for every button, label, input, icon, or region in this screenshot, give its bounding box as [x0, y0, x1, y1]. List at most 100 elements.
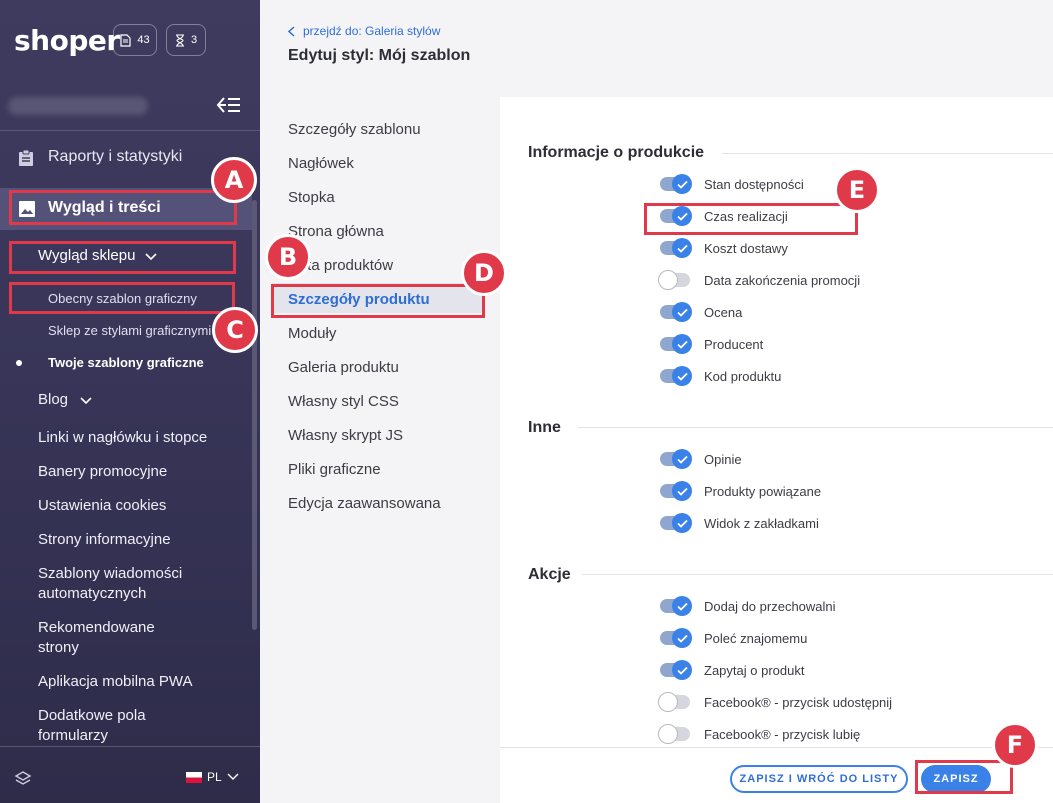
clipboard-icon — [19, 149, 33, 166]
nav-custom-js[interactable]: Własny skrypt JS — [288, 427, 403, 444]
sidebar: shoper 43 3 Raporty i statystyki Wygląd … — [0, 0, 260, 803]
sidebar-item-extra-fields[interactable]: Dodatkowe pola formularzy — [38, 706, 168, 746]
option-row[interactable]: Facebook® - przycisk lubię — [658, 724, 860, 744]
option-label: Zapytaj o produkt — [704, 662, 805, 678]
language-selector[interactable]: PL — [186, 769, 239, 785]
sidebar-item-recommended[interactable]: Rekomendowane strony — [38, 618, 168, 658]
option-row[interactable]: Opinie — [660, 449, 742, 469]
option-label: Koszt dostawy — [704, 240, 788, 256]
check-icon — [672, 481, 692, 501]
active-dot-icon — [16, 360, 22, 366]
check-icon — [672, 174, 692, 194]
page-title: Edytuj styl: Mój szablon — [288, 47, 471, 64]
option-label: Ocena — [704, 304, 743, 320]
nav-product-gallery[interactable]: Galeria produktu — [288, 359, 399, 376]
check-icon — [672, 302, 692, 322]
save-and-back-button[interactable]: ZAPISZ I WRÓĆ DO LISTY — [730, 765, 908, 793]
option-row[interactable]: Poleć znajomemu — [660, 628, 807, 648]
sidebar-item-blog[interactable]: Blog — [0, 389, 260, 413]
toggle-switch[interactable] — [660, 366, 692, 386]
option-row[interactable]: Produkty powiązane — [660, 481, 821, 501]
option-label: Opinie — [704, 451, 742, 467]
toggle-switch[interactable] — [660, 449, 692, 469]
shop-name-blurred — [8, 97, 148, 115]
option-label: Widok z zakładkami — [704, 515, 819, 531]
nav-modules[interactable]: Moduły — [288, 325, 336, 342]
collapse-sidebar-icon[interactable] — [216, 95, 242, 115]
sidebar-item-links[interactable]: Linki w nagłówku i stopce — [38, 428, 218, 448]
marker-e: E — [834, 167, 880, 213]
highlight-box-b — [9, 241, 236, 274]
document-icon — [120, 33, 131, 47]
toggle-switch[interactable] — [660, 513, 692, 533]
toggle-switch[interactable] — [660, 481, 692, 501]
option-row[interactable]: Widok z zakładkami — [660, 513, 819, 533]
option-row[interactable]: Ocena — [660, 302, 742, 322]
toggle-knob — [658, 692, 678, 712]
hourglass-icon — [175, 33, 184, 47]
sidebar-item-info-pages[interactable]: Strony informacyjne — [38, 530, 218, 550]
option-label: Facebook® - przycisk udostępnij — [704, 694, 893, 710]
layers-icon[interactable] — [14, 770, 32, 788]
nav-custom-css[interactable]: Własny styl CSS — [288, 393, 399, 410]
marker-a: A — [211, 157, 257, 203]
toggle-switch[interactable] — [658, 724, 690, 744]
toggle-switch[interactable] — [660, 596, 692, 616]
chevron-down-icon — [227, 773, 239, 780]
sidebar-item-cookies[interactable]: Ustawienia cookies — [38, 496, 218, 516]
option-row[interactable]: Koszt dostawy — [660, 238, 788, 258]
marker-f: F — [992, 722, 1038, 768]
divider — [722, 153, 1053, 154]
settings-nav: Szczegóły szablonu Nagłówek Stopka Stron… — [260, 97, 500, 803]
toggle-switch[interactable] — [658, 270, 690, 290]
sidebar-item-banners[interactable]: Banery promocyjne — [38, 462, 218, 482]
docs-counter[interactable]: 43 — [113, 24, 157, 56]
sidebar-item-auto-messages[interactable]: Szablony wiadomości automatycznych — [38, 564, 198, 604]
option-label: Producent — [704, 336, 764, 352]
option-row[interactable]: Data zakończenia promocji — [658, 270, 861, 290]
option-label: Dodaj do przechowalni — [704, 598, 836, 614]
check-icon — [672, 334, 692, 354]
divider — [578, 427, 1053, 428]
breadcrumb-link[interactable]: przejdź do: Galeria stylów — [303, 24, 440, 38]
toggle-switch[interactable] — [660, 334, 692, 354]
option-row[interactable]: Facebook® - przycisk udostępnij — [658, 692, 893, 712]
toggle-knob — [658, 270, 678, 290]
option-label: Kod produktu — [704, 368, 782, 384]
nav-image-files[interactable]: Pliki graficzne — [288, 461, 381, 478]
toggle-switch[interactable] — [660, 660, 692, 680]
toggle-switch[interactable] — [658, 692, 690, 712]
timer-counter[interactable]: 3 — [166, 24, 206, 56]
sidebar-scrollbar[interactable] — [252, 200, 257, 630]
language-label: PL — [207, 770, 222, 784]
check-icon — [672, 238, 692, 258]
option-row[interactable]: Kod produktu — [660, 366, 781, 386]
nav-homepage[interactable]: Strona główna — [288, 223, 384, 240]
toggle-switch[interactable] — [660, 628, 692, 648]
option-row[interactable]: Stan dostępności — [660, 174, 804, 194]
timer-count: 3 — [190, 34, 198, 46]
highlight-box-f — [915, 760, 1013, 794]
option-label: Stan dostępności — [704, 176, 804, 192]
option-row[interactable]: Producent — [660, 334, 763, 354]
chevron-left-icon — [288, 25, 295, 37]
toggle-switch[interactable] — [660, 174, 692, 194]
option-label: Produkty powiązane — [704, 483, 822, 499]
check-icon — [672, 449, 692, 469]
settings-panel: Informacje o produkcie Stan dostępności C… — [500, 97, 1053, 747]
nav-header[interactable]: Nagłówek — [288, 155, 354, 172]
option-label: Data zakończenia promocji — [704, 272, 861, 288]
toggle-switch[interactable] — [660, 238, 692, 258]
option-row[interactable]: Zapytaj o produkt — [660, 660, 804, 680]
nav-template-details[interactable]: Szczegóły szablonu — [288, 121, 421, 138]
breadcrumb[interactable]: przejdź do: Galeria stylów — [288, 24, 440, 38]
chevron-down-icon — [80, 397, 92, 405]
sidebar-item-your-templates[interactable]: Twoje szablony graficzne — [0, 352, 260, 374]
shoper-logo[interactable]: shoper — [14, 24, 120, 57]
option-row[interactable]: Dodaj do przechowalni — [660, 596, 836, 616]
nav-footer[interactable]: Stopka — [288, 189, 335, 206]
nav-advanced-edit[interactable]: Edycja zaawansowana — [288, 495, 441, 512]
sidebar-item-pwa[interactable]: Aplikacja mobilna PWA — [38, 672, 218, 692]
toggle-switch[interactable] — [660, 302, 692, 322]
highlight-box-d — [271, 284, 485, 318]
